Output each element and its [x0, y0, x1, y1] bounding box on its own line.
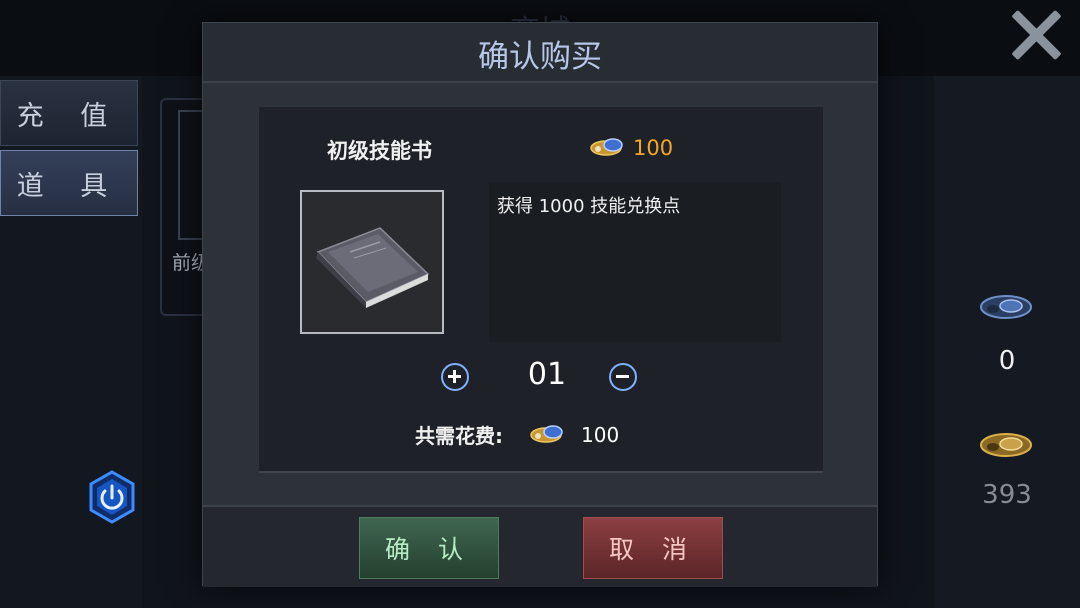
total-cost-row: 共需花费: 100: [415, 420, 619, 449]
cancel-button[interactable]: 取 消: [583, 517, 723, 579]
tab-items[interactable]: 道 具: [0, 150, 138, 216]
item-price: 100: [589, 135, 673, 161]
quantity-value: 01: [527, 357, 567, 392]
quantity-stepper: 01: [437, 357, 647, 401]
blue-gem-count: 0: [998, 346, 1016, 376]
item-name: 初级技能书: [327, 139, 432, 163]
total-cost-value: 100: [581, 422, 620, 447]
item-description: 获得 1000 技能兑换点: [497, 196, 681, 217]
confirm-purchase-dialog: 确认购买 初级技能书 100 获得 1000 技能兑换点 01 共需花费: 10…: [202, 22, 878, 587]
gold-gem-icon: [529, 422, 567, 448]
item-price-value: 100: [633, 136, 674, 160]
gold-gem-icon: [978, 430, 1034, 460]
item-description-box: 获得 1000 技能兑换点: [489, 182, 781, 342]
dialog-title: 确认购买: [478, 39, 602, 75]
dialog-footer: 确 认 取 消: [203, 505, 877, 587]
tab-recharge[interactable]: 充 值: [0, 80, 138, 146]
dialog-body: 初级技能书 100 获得 1000 技能兑换点 01 共需花费: 100: [259, 107, 823, 473]
plus-icon[interactable]: [441, 363, 469, 391]
currency-panel: [934, 76, 1080, 608]
gold-gem-icon: [589, 135, 627, 161]
minus-icon[interactable]: [609, 363, 637, 391]
blue-gem-icon: [978, 292, 1034, 322]
confirm-button[interactable]: 确 认: [359, 517, 499, 579]
total-cost-label: 共需花费:: [415, 424, 503, 448]
dialog-header: 确认购买: [203, 23, 877, 83]
skill-book-image: [300, 190, 444, 334]
close-icon[interactable]: [1004, 6, 1068, 66]
power-icon[interactable]: [88, 470, 136, 524]
gold-gem-count: 393: [982, 480, 1032, 510]
